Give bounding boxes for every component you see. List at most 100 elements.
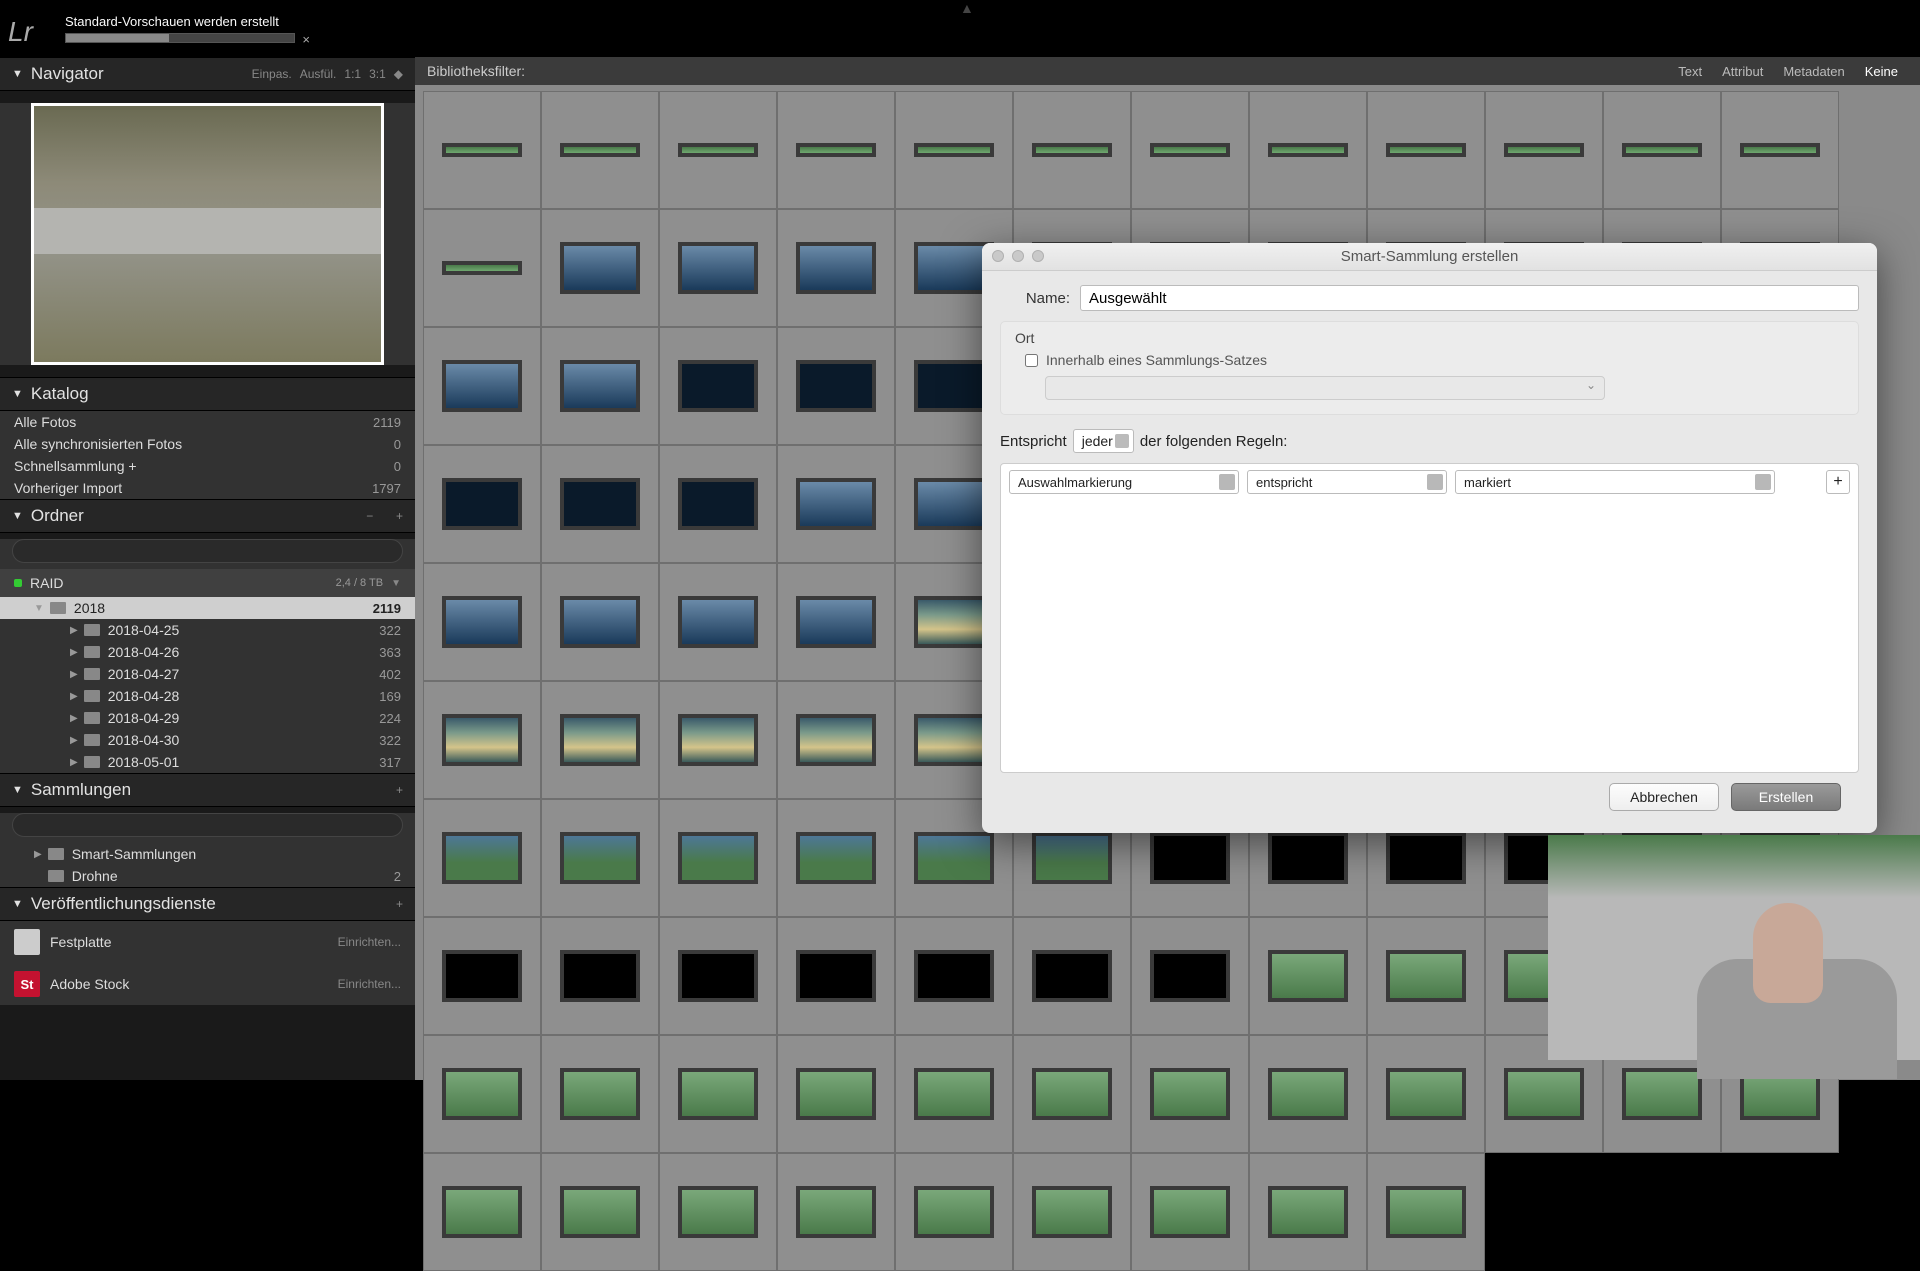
thumbnail-cell[interactable] <box>777 445 895 563</box>
thumbnail-cell[interactable] <box>1131 917 1249 1035</box>
thumbnail-cell[interactable] <box>895 1035 1013 1153</box>
create-button[interactable]: Erstellen <box>1731 783 1841 811</box>
thumbnail-cell[interactable] <box>1013 91 1131 209</box>
thumbnail-cell[interactable] <box>777 1153 895 1271</box>
add-rule-button[interactable]: + <box>1826 470 1850 494</box>
folder-item[interactable]: ▶2018-04-30322 <box>0 729 415 751</box>
thumbnail-cell[interactable] <box>1367 917 1485 1035</box>
folder-search-input[interactable] <box>12 539 403 563</box>
catalog-item-all[interactable]: Alle Fotos2119 <box>0 411 415 433</box>
thumbnail-cell[interactable] <box>1249 1035 1367 1153</box>
catalog-panel-header[interactable]: ▼ Katalog <box>0 377 415 411</box>
publish-service-harddrive[interactable]: Festplatte Einrichten... <box>0 921 415 963</box>
thumbnail-cell[interactable] <box>1249 91 1367 209</box>
collection-search-input[interactable] <box>12 813 403 837</box>
thumbnail-cell[interactable] <box>1721 91 1839 209</box>
navigator-panel-header[interactable]: ▼ Navigator Einpas. Ausfül. 1:1 3:1 ◆ <box>0 57 415 91</box>
filter-attribute[interactable]: Attribut <box>1722 64 1763 79</box>
disclosure-icon[interactable]: ▶ <box>70 757 78 768</box>
rule-field-select[interactable]: Auswahlmarkierung <box>1009 470 1239 494</box>
collection-drone[interactable]: ▶Drohne2 <box>0 865 415 887</box>
remove-folder-icon[interactable]: − <box>366 509 373 523</box>
thumbnail-cell[interactable] <box>1131 1035 1249 1153</box>
thumbnail-cell[interactable] <box>659 917 777 1035</box>
cancel-button[interactable]: Abbrechen <box>1609 783 1719 811</box>
thumbnail-cell[interactable] <box>1249 917 1367 1035</box>
collection-set-select[interactable] <box>1045 376 1605 400</box>
catalog-item-synced[interactable]: Alle synchronisierten Fotos0 <box>0 433 415 455</box>
thumbnail-cell[interactable] <box>1367 91 1485 209</box>
disclosure-icon[interactable]: ▶ <box>70 735 78 746</box>
add-folder-icon[interactable]: + <box>396 509 403 523</box>
thumbnail-cell[interactable] <box>1249 1153 1367 1271</box>
panel-toggle-icon[interactable]: ▲ <box>960 0 974 16</box>
thumbnail-cell[interactable] <box>1367 1153 1485 1271</box>
publish-service-adobestock[interactable]: St Adobe Stock Einrichten... <box>0 963 415 1005</box>
thumbnail-cell[interactable] <box>777 563 895 681</box>
thumbnail-cell[interactable] <box>1603 91 1721 209</box>
disclosure-icon[interactable]: ▶ <box>70 713 78 724</box>
setup-link[interactable]: Einrichten... <box>338 977 401 991</box>
thumbnail-cell[interactable] <box>659 209 777 327</box>
thumbnail-cell[interactable] <box>541 799 659 917</box>
thumbnail-cell[interactable] <box>659 1035 777 1153</box>
thumbnail-cell[interactable] <box>777 91 895 209</box>
disclosure-icon[interactable]: ▼ <box>34 603 44 614</box>
thumbnail-cell[interactable] <box>659 1153 777 1271</box>
volume-row[interactable]: RAID 2,4 / 8 TB ▼ <box>0 569 415 597</box>
publish-panel-header[interactable]: ▼ Veröffentlichungsdienste + <box>0 887 415 921</box>
filter-metadata[interactable]: Metadaten <box>1783 64 1844 79</box>
name-input[interactable] <box>1080 285 1859 311</box>
thumbnail-cell[interactable] <box>777 209 895 327</box>
thumbnail-cell[interactable] <box>777 681 895 799</box>
folder-item[interactable]: ▶2018-04-26363 <box>0 641 415 663</box>
catalog-item-quick[interactable]: Schnellsammlung +0 <box>0 455 415 477</box>
zoom-fill[interactable]: Ausfül. <box>300 67 337 81</box>
folder-root[interactable]: ▼ 2018 2119 <box>0 597 415 619</box>
thumbnail-cell[interactable] <box>659 327 777 445</box>
disclosure-icon[interactable]: ▶ <box>70 647 78 658</box>
thumbnail-cell[interactable] <box>423 445 541 563</box>
thumbnail-cell[interactable] <box>423 209 541 327</box>
thumbnail-cell[interactable] <box>541 445 659 563</box>
volume-menu-icon[interactable]: ▼ <box>391 578 401 589</box>
thumbnail-cell[interactable] <box>777 327 895 445</box>
navigator-preview[interactable] <box>31 103 384 365</box>
thumbnail-cell[interactable] <box>659 799 777 917</box>
thumbnail-cell[interactable] <box>541 1153 659 1271</box>
thumbnail-cell[interactable] <box>895 91 1013 209</box>
thumbnail-cell[interactable] <box>423 799 541 917</box>
thumbnail-cell[interactable] <box>659 91 777 209</box>
setup-link[interactable]: Einrichten... <box>338 935 401 949</box>
zoom-window-icon[interactable] <box>1032 250 1044 262</box>
dialog-titlebar[interactable]: Smart-Sammlung erstellen <box>982 243 1877 271</box>
disclosure-icon[interactable]: ▶ <box>34 849 42 860</box>
thumbnail-cell[interactable] <box>777 1035 895 1153</box>
disclosure-icon[interactable]: ▶ <box>70 625 78 636</box>
folder-item[interactable]: ▶2018-04-27402 <box>0 663 415 685</box>
thumbnail-cell[interactable] <box>1013 1035 1131 1153</box>
inside-set-checkbox[interactable] <box>1025 354 1038 367</box>
zoom-1-1[interactable]: 1:1 <box>344 67 361 81</box>
thumbnail-cell[interactable] <box>423 91 541 209</box>
thumbnail-cell[interactable] <box>541 91 659 209</box>
folder-item[interactable]: ▶2018-05-01317 <box>0 751 415 773</box>
catalog-item-previous[interactable]: Vorheriger Import1797 <box>0 477 415 499</box>
thumbnail-cell[interactable] <box>423 327 541 445</box>
rule-value-select[interactable]: markiert <box>1455 470 1775 494</box>
thumbnail-cell[interactable] <box>895 917 1013 1035</box>
zoom-fit[interactable]: Einpas. <box>252 67 292 81</box>
thumbnail-cell[interactable] <box>423 917 541 1035</box>
add-service-icon[interactable]: + <box>396 897 403 911</box>
thumbnail-cell[interactable] <box>1131 91 1249 209</box>
disclosure-icon[interactable]: ▶ <box>70 669 78 680</box>
thumbnail-cell[interactable] <box>1131 1153 1249 1271</box>
thumbnail-cell[interactable] <box>541 563 659 681</box>
thumbnail-cell[interactable] <box>1013 1153 1131 1271</box>
minimize-window-icon[interactable] <box>1012 250 1024 262</box>
add-collection-icon[interactable]: + <box>396 783 403 797</box>
collections-panel-header[interactable]: ▼ Sammlungen + <box>0 773 415 807</box>
folders-panel-header[interactable]: ▼ Ordner − + <box>0 499 415 533</box>
cancel-task-icon[interactable]: × <box>302 32 310 47</box>
thumbnail-cell[interactable] <box>1013 917 1131 1035</box>
